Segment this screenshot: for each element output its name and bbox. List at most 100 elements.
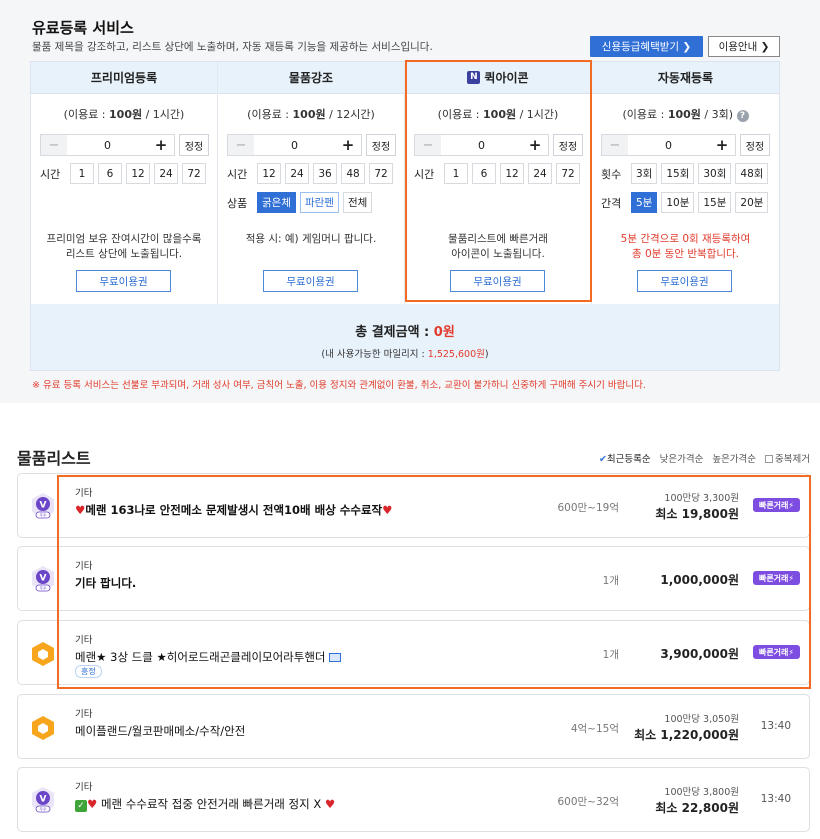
blue-pen-option[interactable]: 파란펜	[299, 192, 339, 213]
list-item[interactable]: 기타 메이플랜드/월코판매메소/수작/안전 4억~15억 100만당 3,050…	[17, 694, 810, 759]
premium-column: 프리미엄등록 (이용료 : 100원 / 1시간) − 0 + 정정 시간 1 …	[31, 62, 218, 304]
price-text: (이용료 : 100원 / 1시간)	[437, 108, 559, 121]
price-text: (이용료 : 100원 / 1시간)	[63, 108, 185, 121]
item-title[interactable]: ♥메랜 163나로 안전메소 문제발생시 전액10배 배상 수수료작♥	[75, 502, 392, 518]
item-title[interactable]: 메이플랜드/월코판매메소/수작/안전	[75, 723, 245, 739]
minus-button[interactable]: −	[228, 135, 254, 155]
option-button[interactable]: 36	[313, 163, 337, 184]
minus-button[interactable]: −	[41, 135, 67, 155]
column-header: 프리미엄등록	[31, 62, 217, 94]
panel-title: 유료등록 서비스	[32, 19, 134, 37]
sort-high-price[interactable]: 높은가격순	[712, 451, 756, 465]
item-title[interactable]: 기타 팝니다.	[75, 575, 136, 591]
row-label: 시간	[414, 167, 435, 181]
item-range: 600만~32억	[557, 796, 619, 808]
quantity-value[interactable]: 0	[67, 135, 148, 155]
option-button[interactable]: 12	[257, 163, 281, 184]
dedupe-checkbox[interactable]: 중복제거	[765, 451, 810, 465]
item-title[interactable]: ✓ ♥ 메랜 수수료작 접중 안전거래 빠른거래 정지 X ♥	[75, 796, 335, 812]
unit-price: 100만당 3,050원	[664, 714, 739, 725]
quantity-stepper: − 0 +	[414, 134, 549, 156]
free-voucher-button[interactable]: 무료이용권	[263, 270, 358, 292]
list-item[interactable]: V 우수 기타 ✓ ♥ 메랜 수수료작 접중 안전거래 빠른거래 정지 X ♥ 6…	[17, 767, 810, 832]
auto-reregister-column: 자동재등록 (이용료 : 100원 / 3회) ? − 0 + 정정 횟수 3회…	[592, 62, 779, 304]
plus-button[interactable]: +	[335, 135, 361, 155]
minus-button[interactable]: −	[602, 135, 628, 155]
row-label: 시간	[227, 167, 248, 181]
column-header: N 퀵아이콘	[405, 62, 591, 94]
set-button[interactable]: 정정	[740, 134, 770, 156]
list-title: 물품리스트	[17, 449, 91, 468]
option-button[interactable]: 24	[154, 163, 178, 184]
list-item[interactable]: V 우수 기타 ♥메랜 163나로 안전메소 문제발생시 전액10배 배상 수수…	[17, 473, 810, 538]
option-button[interactable]: 6	[472, 163, 496, 184]
column-note: 5분 간격으로 0회 재등록하여 총 0분 동안 반복합니다.	[620, 233, 751, 260]
set-button[interactable]: 정정	[179, 134, 209, 156]
set-button[interactable]: 정정	[366, 134, 396, 156]
all-option[interactable]: 전체	[342, 192, 373, 213]
option-button[interactable]: 6	[98, 163, 122, 184]
option-button[interactable]: 72	[182, 163, 206, 184]
n-icon: N	[467, 71, 481, 84]
help-icon[interactable]: ?	[736, 110, 749, 122]
item-range: 1개	[602, 575, 619, 587]
option-button[interactable]: 72	[556, 163, 580, 184]
negotiable-tag: 흥정	[75, 665, 102, 678]
option-button[interactable]: 1	[70, 163, 94, 184]
item-category: 기타	[75, 709, 93, 720]
quantity-value[interactable]: 0	[441, 135, 522, 155]
item-price: 최소 22,800원	[655, 801, 739, 815]
option-button[interactable]: 48	[341, 163, 365, 184]
option-button[interactable]: 15분	[698, 192, 732, 213]
option-button[interactable]: 30회	[698, 163, 732, 184]
item-title[interactable]: 메랜★ 3상 드클 ★히어로드래곤클레이모어라투핸더	[75, 649, 342, 665]
svg-text:V: V	[40, 574, 47, 584]
option-button[interactable]: 5분	[631, 192, 658, 213]
option-button[interactable]: 3회	[631, 163, 658, 184]
check-icon: ✔	[598, 454, 607, 465]
bolt-icon: ⚡	[788, 573, 795, 583]
plus-button[interactable]: +	[522, 135, 548, 155]
total-amount-area: 총 결제금액 : 0원 (내 사용가능한 마일리지 : 1,525,600원)	[31, 304, 779, 370]
list-item[interactable]: 기타 메랜★ 3상 드클 ★히어로드래곤클레이모어라투핸더 흥정 1개 3,90…	[17, 620, 810, 685]
credit-benefit-button[interactable]: 신용등급혜택받기 ❯	[590, 36, 703, 57]
free-voucher-button[interactable]: 무료이용권	[450, 270, 545, 292]
option-button[interactable]: 24	[528, 163, 552, 184]
row-label: 간격	[601, 196, 622, 210]
free-voucher-button[interactable]: 무료이용권	[76, 270, 171, 292]
mileage-text: (내 사용가능한 마일리지 : 1,525,600원)	[321, 349, 489, 360]
option-button[interactable]: 1	[444, 163, 468, 184]
set-button[interactable]: 정정	[553, 134, 583, 156]
quantity-value[interactable]: 0	[628, 135, 709, 155]
option-button[interactable]: 20분	[735, 192, 769, 213]
panel-description: 물품 제목을 강조하고, 리스트 상단에 노출하며, 자동 재등록 기능을 제공…	[32, 41, 433, 53]
sort-recent[interactable]: ✔최근등록순	[599, 451, 651, 465]
quantity-stepper: − 0 +	[40, 134, 175, 156]
option-button[interactable]: 12	[500, 163, 524, 184]
list-item[interactable]: V 우수 기타 기타 팝니다. 1개 1,000,000원 빠른거래 ⚡	[17, 546, 810, 611]
bold-option[interactable]: 굵은체	[257, 192, 296, 213]
style-options: 상품 굵은체 파란펜 전체	[227, 192, 373, 213]
option-button[interactable]: 72	[369, 163, 393, 184]
plus-button[interactable]: +	[709, 135, 735, 155]
option-button[interactable]: 12	[126, 163, 150, 184]
price-text: (이용료 : 100원 / 3회) ?	[592, 106, 779, 122]
minus-button[interactable]: −	[415, 135, 441, 155]
usage-guide-button[interactable]: 이용안내 ❯	[708, 36, 780, 57]
option-button[interactable]: 15회	[661, 163, 695, 184]
sort-low-price[interactable]: 낮은가격순	[660, 451, 704, 465]
sort-options: ✔최근등록순 낮은가격순 높은가격순 중복제거	[599, 451, 810, 465]
highlight-column: 물품강조 (이용료 : 100원 / 12시간) − 0 + 정정 시간 12 …	[218, 62, 405, 304]
quantity-value[interactable]: 0	[254, 135, 335, 155]
option-button[interactable]: 24	[285, 163, 309, 184]
excellent-seller-badge-icon: V 우수	[32, 566, 54, 592]
column-header: 물품강조	[218, 62, 404, 94]
free-voucher-button[interactable]: 무료이용권	[637, 270, 732, 292]
plus-button[interactable]: +	[148, 135, 174, 155]
option-button[interactable]: 10분	[661, 192, 695, 213]
bolt-icon: ⚡	[788, 647, 795, 657]
option-button[interactable]: 48회	[735, 163, 769, 184]
hour-options: 시간 1 6 12 24 72	[414, 163, 580, 184]
item-price: 1,000,000원	[660, 573, 739, 587]
fast-trade-badge: 빠른거래 ⚡	[753, 645, 800, 659]
